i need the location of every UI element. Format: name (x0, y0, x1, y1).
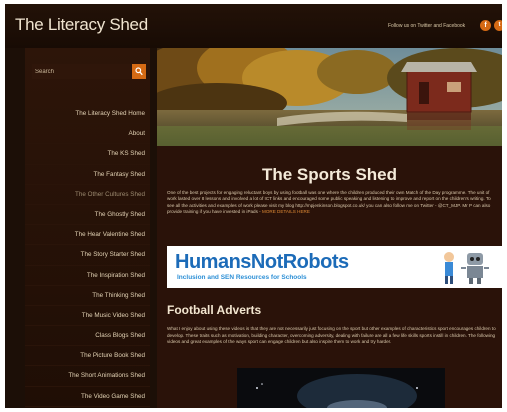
page: The Literacy Shed Follow us on Twitter a… (5, 4, 502, 408)
search-bar (32, 64, 146, 79)
follow-us-text: Follow us on Twitter and Facebook (388, 23, 466, 29)
sidebar-item-about[interactable]: About (25, 124, 150, 145)
sidebar-item-ghostly-shed[interactable]: The Ghostly Shed (25, 205, 150, 226)
sidebar-item-home[interactable]: The Literacy Shed Home (25, 104, 150, 125)
sidebar-nav: The Literacy Shed Home About The KS Shed… (25, 104, 150, 407)
lake-boathouse-photo (157, 48, 502, 146)
site-header: The Literacy Shed Follow us on Twitter a… (5, 4, 502, 48)
banner-subtitle: Inclusion and SEN Resources for Schools (177, 274, 307, 281)
search-icon (135, 67, 143, 76)
section-heading: Football Adverts (167, 303, 262, 317)
banner-title: HumansNotRobots (175, 251, 349, 273)
section-paragraph: What I enjoy about using these videos is… (167, 326, 496, 345)
sidebar-item-picture-book-shed[interactable]: The Picture Book Shed (25, 346, 150, 367)
twitter-icon[interactable]: t (494, 20, 502, 31)
main-content: The Sports Shed One of the best projects… (157, 48, 502, 408)
humans-not-robots-banner[interactable]: HumansNotRobots Inclusion and SEN Resour… (167, 246, 502, 288)
page-title: The Sports Shed (261, 165, 398, 184)
sidebar-item-other-cultures-shed[interactable]: The Other Cultures Shed (25, 185, 150, 205)
sidebar-item-ks-shed[interactable]: The KS Shed (25, 144, 150, 165)
intro-text: One of the best projects for engaging re… (167, 190, 491, 215)
intro-paragraph: One of the best projects for engaging re… (167, 190, 497, 216)
sidebar-item-inspiration-shed[interactable]: The Inspiration Shed (25, 266, 150, 286)
sidebar-item-music-video-shed[interactable]: The Music Video Shed (25, 306, 150, 327)
sidebar-item-fantasy-shed[interactable]: The Fantasy Shed (25, 165, 150, 185)
facebook-icon[interactable]: f (480, 20, 491, 31)
sidebar-item-video-game-shed[interactable]: The Video Game Shed (25, 387, 150, 407)
robot-illustration (444, 252, 489, 284)
video-player[interactable] (237, 368, 445, 408)
sidebar-item-thinking-shed[interactable]: The Thinking Shed (25, 286, 150, 306)
hero-image (157, 48, 502, 146)
search-input[interactable] (32, 64, 131, 79)
sidebar-item-short-animations-shed[interactable]: The Short Animations Shed (25, 366, 150, 387)
more-details-link[interactable]: MORE DETAILS HERE (262, 209, 310, 214)
sidebar-item-story-starter-shed[interactable]: The Story Starter Shed (25, 245, 150, 266)
sidebar: The Literacy Shed Home About The KS Shed… (25, 48, 150, 408)
sidebar-item-hear-valentine-shed[interactable]: The Hear Valentine Shed (25, 225, 150, 246)
site-title[interactable]: The Literacy Shed (15, 15, 148, 35)
sidebar-item-class-blogs-shed[interactable]: Class Blogs Shed (25, 326, 150, 347)
video-thumbnail (237, 368, 445, 408)
search-button[interactable] (132, 64, 146, 79)
